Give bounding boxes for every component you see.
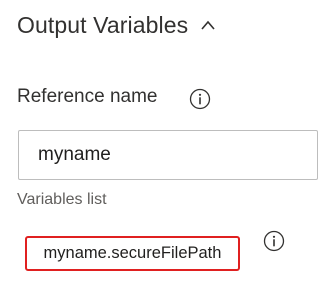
chevron-up-icon[interactable] — [200, 17, 216, 33]
output-variables-header[interactable]: Output Variables — [17, 8, 216, 42]
variable-item: myname.secureFilePath — [25, 236, 240, 271]
reference-name-label: Reference name — [17, 86, 158, 107]
info-icon[interactable] — [263, 230, 285, 252]
section-title: Output Variables — [17, 12, 189, 38]
variables-list-label: Variables list — [17, 191, 107, 208]
info-icon[interactable] — [189, 88, 211, 110]
reference-name-input[interactable] — [18, 130, 318, 180]
